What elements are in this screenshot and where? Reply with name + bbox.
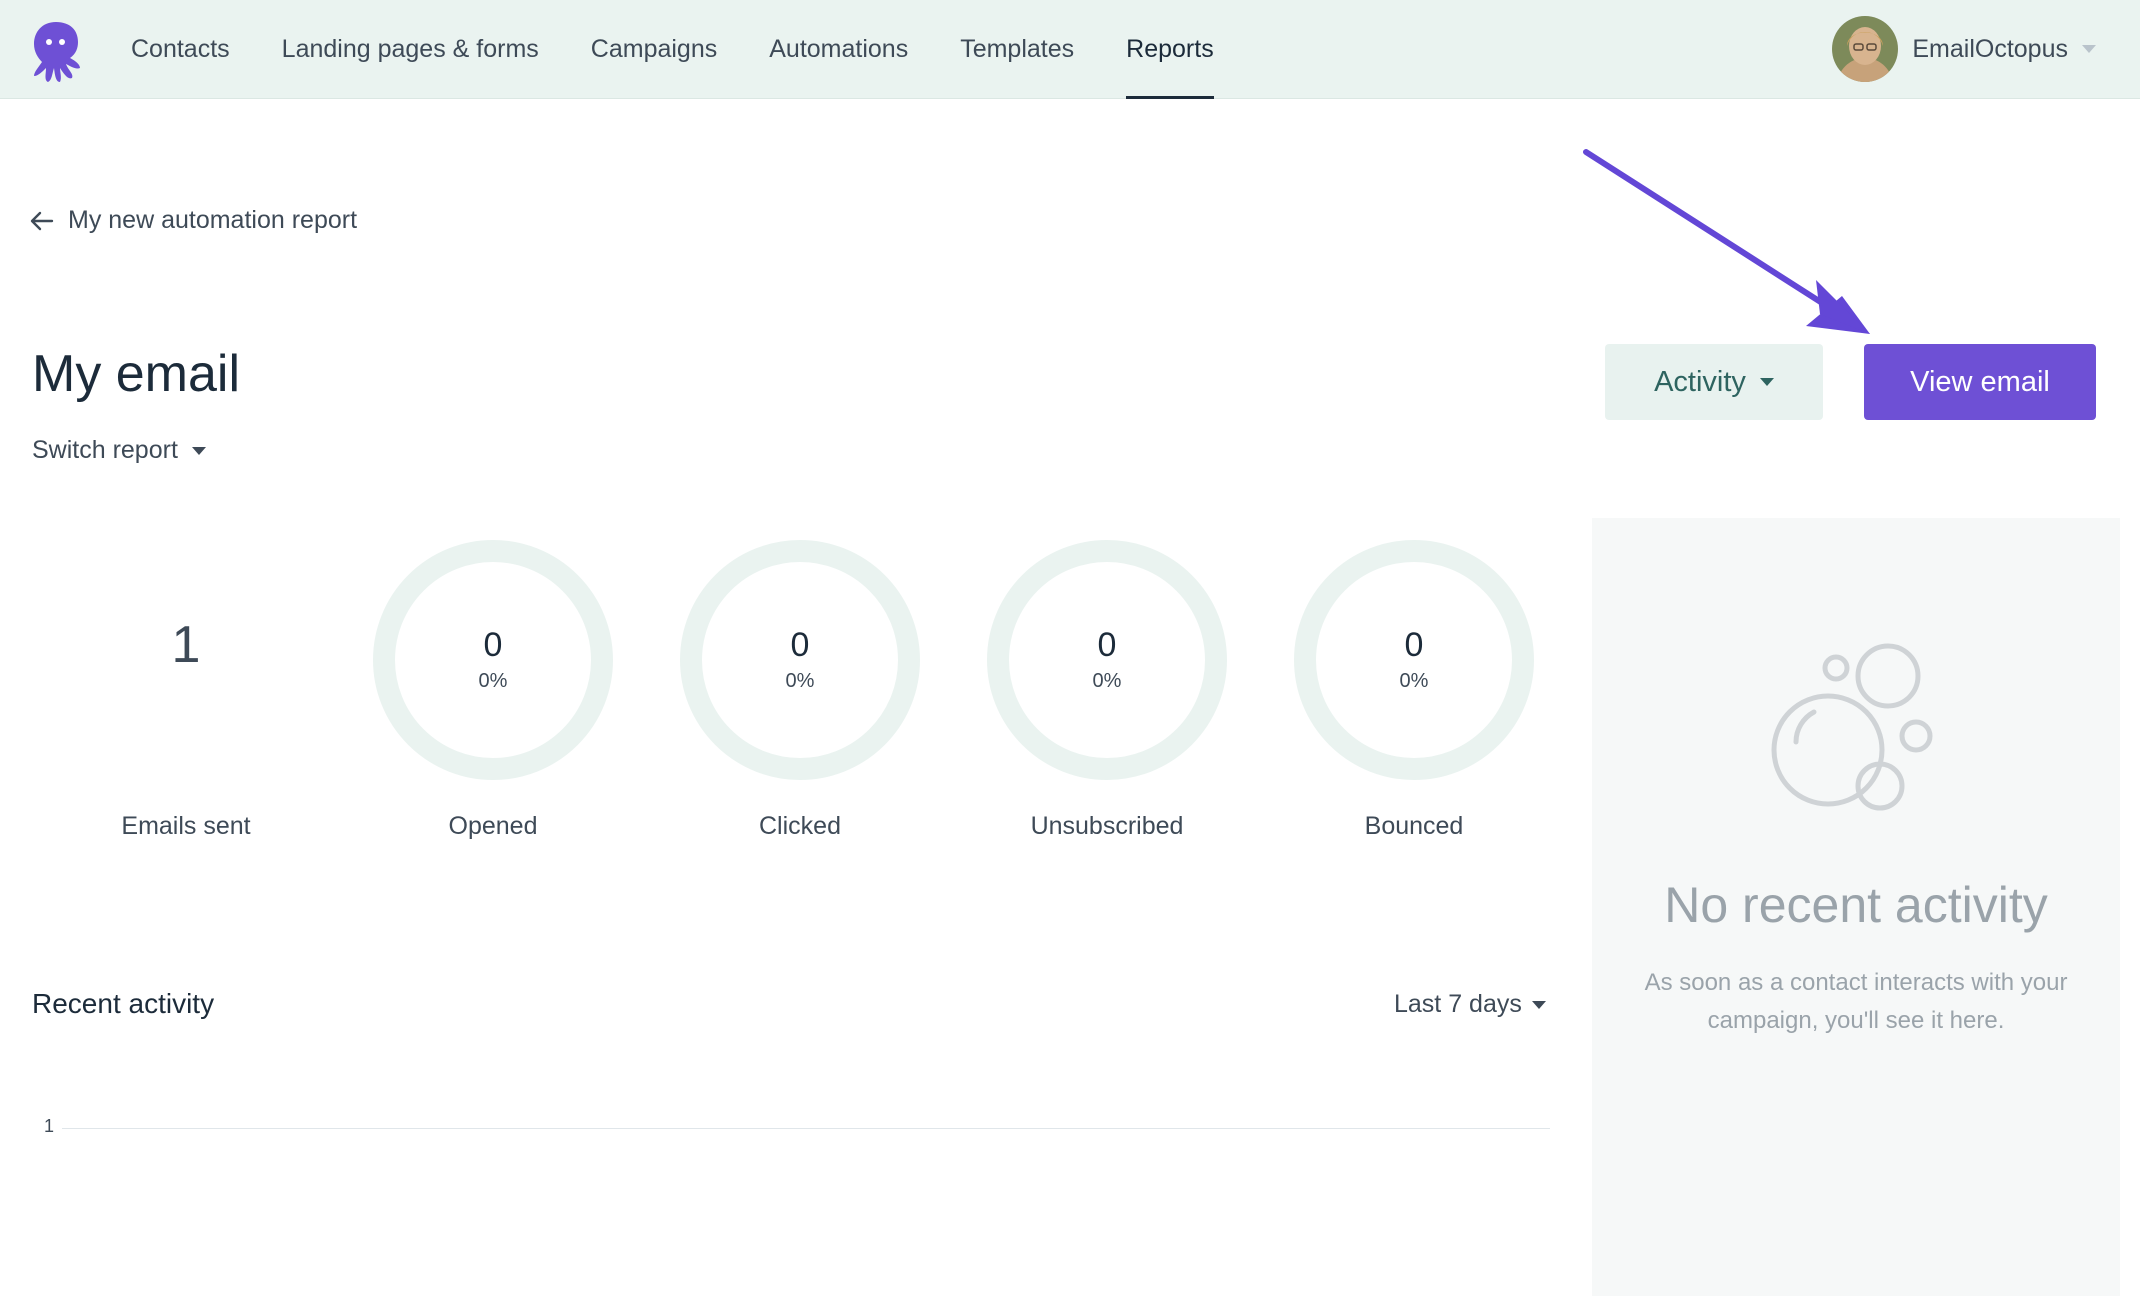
stat-label: Emails sent — [121, 812, 251, 840]
stat-value: 0 — [1404, 625, 1424, 664]
activity-dropdown-button[interactable]: Activity — [1605, 344, 1823, 420]
back-link[interactable]: My new automation report — [30, 206, 357, 235]
stat-emails-sent: 1 Emails sent — [66, 540, 306, 841]
empty-state-description: As soon as a contact interacts with your… — [1644, 969, 2068, 1034]
stat-ring: 0 0% — [680, 540, 920, 780]
empty-state-title: No recent activity — [1664, 877, 2048, 933]
stat-clicked: 0 0% Clicked — [680, 540, 920, 841]
arrow-left-icon — [30, 211, 54, 230]
nav-item-contacts[interactable]: Contacts — [131, 0, 230, 99]
chevron-down-icon — [191, 446, 206, 455]
stat-bounced: 0 0% Bounced — [1294, 540, 1534, 841]
stat-label: Opened — [448, 812, 538, 840]
page-title: My email — [32, 345, 241, 403]
date-range-label: Last 7 days — [1394, 990, 1522, 1018]
account-menu[interactable]: EmailOctopus — [1832, 16, 2096, 82]
nav-item-campaigns[interactable]: Campaigns — [591, 0, 717, 99]
nav-item-landing-pages-forms[interactable]: Landing pages & forms — [282, 0, 539, 99]
stat-value: 0 — [790, 625, 810, 664]
switch-report-label: Switch report — [32, 436, 178, 464]
nav-item-templates[interactable]: Templates — [960, 0, 1074, 99]
stat-percent: 0% — [1092, 670, 1122, 693]
chevron-down-icon — [1759, 378, 1774, 386]
activity-button-label: Activity — [1654, 365, 1746, 398]
y-axis-tick: 1 — [44, 1116, 55, 1136]
stat-label: Unsubscribed — [1030, 812, 1184, 840]
stat-ring: 0 0% — [987, 540, 1227, 780]
recent-activity-title: Recent activity — [32, 988, 215, 1019]
octopus-logo-icon[interactable] — [28, 18, 84, 84]
stat-percent: 0% — [785, 670, 815, 693]
stat-label: Clicked — [759, 812, 841, 840]
nav-item-reports[interactable]: Reports — [1126, 0, 1214, 99]
chevron-down-icon — [1531, 1000, 1546, 1009]
stat-percent: 0% — [478, 670, 508, 693]
top-navigation: Contacts Landing pages & forms Campaigns… — [0, 0, 2140, 99]
date-range-dropdown[interactable]: Last 7 days — [1394, 990, 1546, 1019]
stat-unsubscribed: 0 0% Unsubscribed — [987, 540, 1227, 841]
stat-opened: 0 0% Opened — [373, 540, 613, 841]
nav-item-automations[interactable]: Automations — [769, 0, 908, 99]
account-name: EmailOctopus — [1912, 34, 2068, 63]
stat-ring: 0 0% — [373, 540, 613, 780]
stat-value: 0 — [1097, 625, 1117, 664]
switch-report-dropdown[interactable]: Switch report — [32, 436, 206, 465]
activity-side-panel: No recent activity As soon as a contact … — [1592, 518, 2120, 1296]
bubbles-icon — [1771, 643, 1933, 811]
stat-percent: 0% — [1399, 670, 1429, 693]
stat-label: Bounced — [1364, 812, 1464, 840]
nav-links: Contacts Landing pages & forms Campaigns… — [131, 0, 1266, 99]
stat-value: 0 — [483, 625, 503, 664]
stat-ring: 0 0% — [1294, 540, 1534, 780]
stat-value: 1 — [171, 616, 201, 674]
chevron-down-icon — [2082, 45, 2096, 53]
avatar[interactable] — [1832, 16, 1899, 82]
back-link-label: My new automation report — [68, 206, 358, 234]
chart-gridline — [62, 1128, 1550, 1129]
stats-row: 1 Emails sent 0 0% Opened 0 0% Clicked 0… — [32, 540, 1562, 860]
arrow-annotation-icon — [1583, 149, 1870, 334]
view-email-button[interactable]: View email — [1864, 344, 2096, 420]
